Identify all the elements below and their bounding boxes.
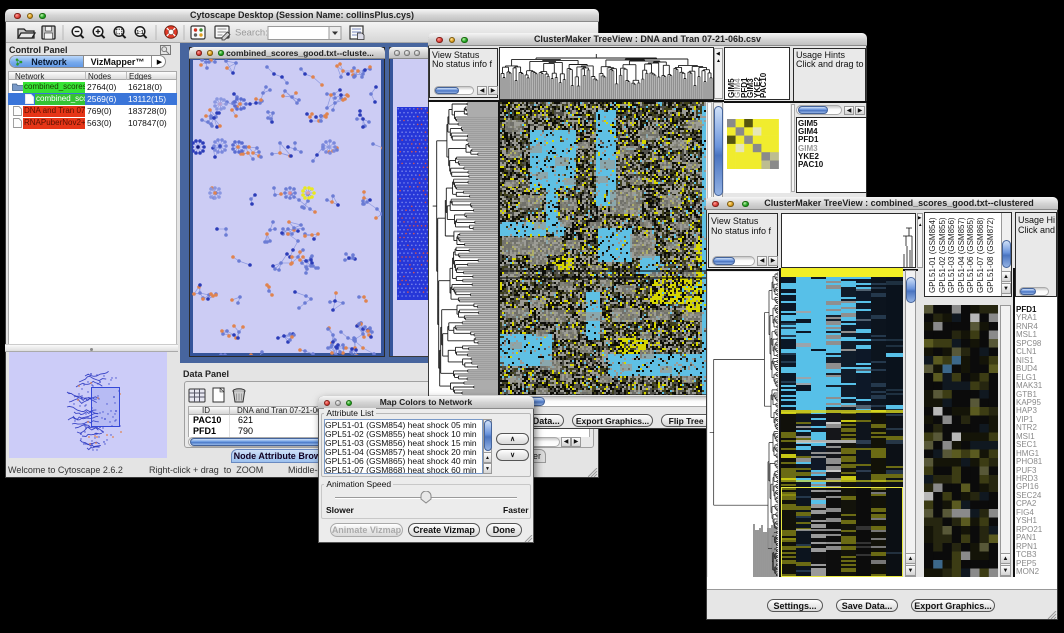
svg-text:Search:: Search: — [235, 28, 268, 39]
svg-text:1:1: 1:1 — [136, 30, 143, 36]
